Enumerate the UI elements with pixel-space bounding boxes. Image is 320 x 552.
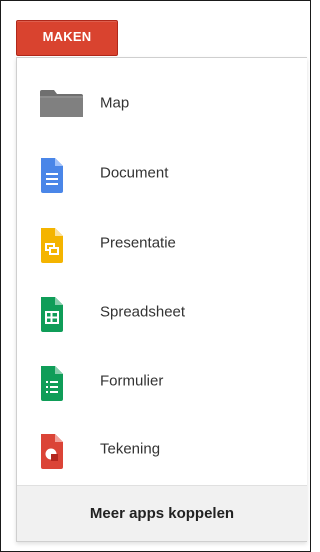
- menu-item-presentation[interactable]: Presentatie: [17, 218, 307, 268]
- presentation-icon: [39, 218, 84, 268]
- footer-label: Meer apps koppelen: [89, 505, 235, 522]
- menu-item-drawing[interactable]: Tekening: [17, 424, 307, 474]
- folder-icon: [39, 78, 84, 128]
- form-icon: [39, 356, 84, 406]
- menu-item-label: Formulier: [100, 372, 164, 390]
- app-window: MAKEN Map Document Presentatie Spreadshe…: [0, 0, 311, 552]
- menu-item-label: Tekening: [100, 440, 161, 458]
- drawing-icon: [39, 424, 84, 474]
- maken-button[interactable]: MAKEN: [16, 20, 118, 56]
- menu-item-document[interactable]: Document: [17, 148, 307, 198]
- menu-item-label: Map: [100, 94, 130, 112]
- menu-item-label: Document: [100, 164, 169, 182]
- menu-item-label: Spreadsheet: [100, 303, 186, 321]
- create-menu: Map Document Presentatie Spreadsheet For…: [16, 57, 307, 542]
- connect-more-apps-button[interactable]: Meer apps koppelen: [17, 485, 307, 541]
- spreadsheet-icon: [39, 287, 84, 337]
- menu-item-form[interactable]: Formulier: [17, 356, 307, 406]
- document-icon: [39, 148, 84, 198]
- menu-item-spreadsheet[interactable]: Spreadsheet: [17, 287, 307, 337]
- menu-item-map[interactable]: Map: [17, 78, 307, 128]
- menu-item-label: Presentatie: [100, 234, 176, 252]
